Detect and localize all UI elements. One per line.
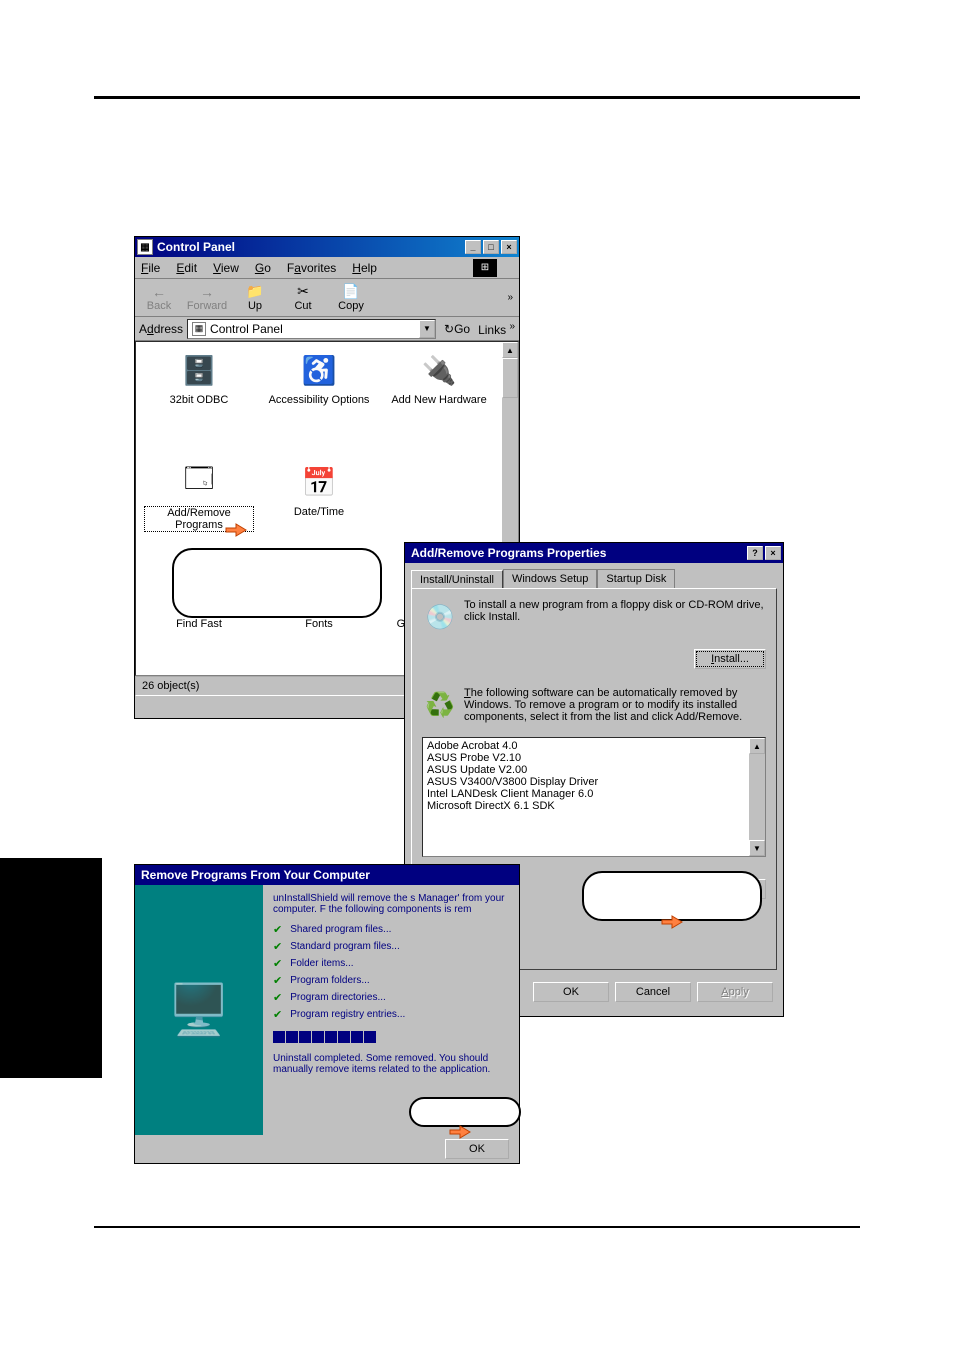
list-item[interactable]: Microsoft DirectX 6.1 SDK xyxy=(425,800,763,812)
pointer-hand-icon-3 xyxy=(446,1118,474,1142)
list-scroll-up[interactable]: ▲ xyxy=(749,738,765,754)
pointer-hand-icon-2 xyxy=(658,908,686,932)
page-black-tab xyxy=(0,858,102,1078)
install-icon: 💿 xyxy=(422,599,458,635)
cancel-button[interactable]: Cancel xyxy=(615,982,691,1002)
dropdown-button[interactable]: ▼ xyxy=(419,320,435,338)
toolbar-back[interactable]: ← Back xyxy=(135,284,183,312)
item-32bit-odbc[interactable]: 🗄️ 32bit ODBC xyxy=(144,350,254,406)
maximize-button[interactable]: □ xyxy=(483,240,499,254)
recycle-icon: ♻️ xyxy=(422,687,458,723)
page-rule-bottom xyxy=(94,1226,860,1228)
menu-file[interactable]: File xyxy=(141,261,160,275)
check-item: ✔Folder items... xyxy=(273,957,509,970)
toolbar-copy[interactable]: 📄 Copy xyxy=(327,284,375,312)
install-section: 💿 To install a new program from a floppy… xyxy=(422,599,766,635)
computer-art-icon: 🖥️ xyxy=(154,940,244,1080)
address-label: Address xyxy=(139,322,183,336)
ok-button[interactable]: OK xyxy=(533,982,609,1002)
uis-titlebar[interactable]: Remove Programs From Your Computer xyxy=(135,865,519,885)
checkmark-icon: ✔ xyxy=(273,940,282,953)
menu-go[interactable]: Go xyxy=(255,261,271,275)
checkmark-icon: ✔ xyxy=(273,991,282,1004)
list-item[interactable]: ASUS V3400/V3800 Display Driver xyxy=(425,776,763,788)
back-arrow-icon: ← xyxy=(149,284,169,300)
menu-edit[interactable]: Edit xyxy=(176,261,197,275)
go-button[interactable]: ↻ Go xyxy=(444,322,470,336)
page-rule-top xyxy=(94,96,860,99)
datetime-icon: 📅 xyxy=(295,462,343,502)
windows-logo-icon: ⊞ xyxy=(473,259,497,277)
check-item: ✔Program directories... xyxy=(273,991,509,1004)
cp-title: Control Panel xyxy=(157,240,463,254)
check-item: ✔Standard program files... xyxy=(273,940,509,953)
scroll-thumb[interactable] xyxy=(502,358,518,398)
accessibility-icon: ♿ xyxy=(295,350,343,390)
control-panel-icon: ▦ xyxy=(137,239,153,255)
toolbar-up[interactable]: 📁 Up xyxy=(231,284,279,312)
item-add-hardware[interactable]: 🔌 Add New Hardware xyxy=(384,350,494,406)
checkmark-icon: ✔ xyxy=(273,974,282,987)
menu-view[interactable]: View xyxy=(213,261,239,275)
ar-tabstrip: Install/Uninstall Windows Setup Startup … xyxy=(405,563,783,588)
list-scroll-down[interactable]: ▼ xyxy=(749,840,765,856)
close-button[interactable]: × xyxy=(501,240,517,254)
check-item: ✔Program registry entries... xyxy=(273,1008,509,1021)
scroll-up-button[interactable]: ▲ xyxy=(502,342,518,358)
remove-section: ♻️ The following software can be automat… xyxy=(422,687,766,723)
up-folder-icon: 📁 xyxy=(245,284,265,300)
toolbar-forward[interactable]: → Forward xyxy=(183,284,231,312)
list-item[interactable]: Intel LANDesk Client Manager 6.0 xyxy=(425,788,763,800)
progress-bar xyxy=(273,1031,509,1043)
check-item: ✔Program folders... xyxy=(273,974,509,987)
menu-favorites[interactable]: Favorites xyxy=(287,261,336,275)
tab-startup-disk[interactable]: Startup Disk xyxy=(597,569,675,588)
checkmark-icon: ✔ xyxy=(273,957,282,970)
programs-listbox[interactable]: Adobe Acrobat 4.0 ASUS Probe V2.10 ASUS … xyxy=(422,737,766,857)
uis-title: Remove Programs From Your Computer xyxy=(137,868,517,882)
forward-arrow-icon: → xyxy=(197,284,217,300)
cp-titlebar[interactable]: ▦ Control Panel _ □ × xyxy=(135,237,519,257)
cp-toolbar: ← Back → Forward 📁 Up ✂ Cut 📄 Copy » xyxy=(135,279,519,317)
item-date-time[interactable]: 📅 Date/Time xyxy=(264,462,374,518)
tab-windows-setup[interactable]: Windows Setup xyxy=(503,569,597,588)
add-remove-icon: 🗔 xyxy=(175,462,223,502)
item-accessibility[interactable]: ♿ Accessibility Options xyxy=(264,350,374,406)
hardware-icon: 🔌 xyxy=(415,350,463,390)
toolbar-overflow[interactable]: » xyxy=(507,292,513,303)
menu-help[interactable]: Help xyxy=(352,261,377,275)
minimize-button[interactable]: _ xyxy=(465,240,481,254)
list-scrollbar[interactable]: ▲ ▼ xyxy=(749,738,765,856)
list-item[interactable]: ASUS Probe V2.10 xyxy=(425,752,763,764)
odbc-icon: 🗄️ xyxy=(175,350,223,390)
address-dropdown[interactable]: ▦ Control Panel ▼ xyxy=(187,319,436,339)
toolbar-cut[interactable]: ✂ Cut xyxy=(279,284,327,312)
help-button[interactable]: ? xyxy=(747,546,763,560)
ar-title: Add/Remove Programs Properties xyxy=(407,546,745,560)
checkmark-icon: ✔ xyxy=(273,923,282,936)
links-button[interactable]: Links » xyxy=(478,321,515,337)
ar-titlebar[interactable]: Add/Remove Programs Properties ? × xyxy=(405,543,783,563)
copy-icon: 📄 xyxy=(341,284,361,300)
check-item: ✔Shared program files... xyxy=(273,923,509,936)
cp-addressbar: Address ▦ Control Panel ▼ ↻ Go Links » xyxy=(135,317,519,341)
checkmark-icon: ✔ xyxy=(273,1008,282,1021)
apply-button[interactable]: Apply xyxy=(697,982,773,1002)
tab-install-uninstall[interactable]: Install/Uninstall xyxy=(411,570,503,589)
cp-menubar: File Edit View Go Favorites Help ⊞ xyxy=(135,257,519,279)
cut-icon: ✂ xyxy=(293,284,313,300)
ar-close-button[interactable]: × xyxy=(765,546,781,560)
callout-bubble-1 xyxy=(172,548,382,618)
pointer-hand-icon xyxy=(222,516,250,540)
list-item[interactable]: ASUS Update V2.00 xyxy=(425,764,763,776)
install-button[interactable]: Install... xyxy=(694,649,766,669)
control-panel-small-icon: ▦ xyxy=(192,322,206,336)
list-item[interactable]: Adobe Acrobat 4.0 xyxy=(425,740,763,752)
uis-art-panel: 🖥️ xyxy=(135,885,263,1135)
